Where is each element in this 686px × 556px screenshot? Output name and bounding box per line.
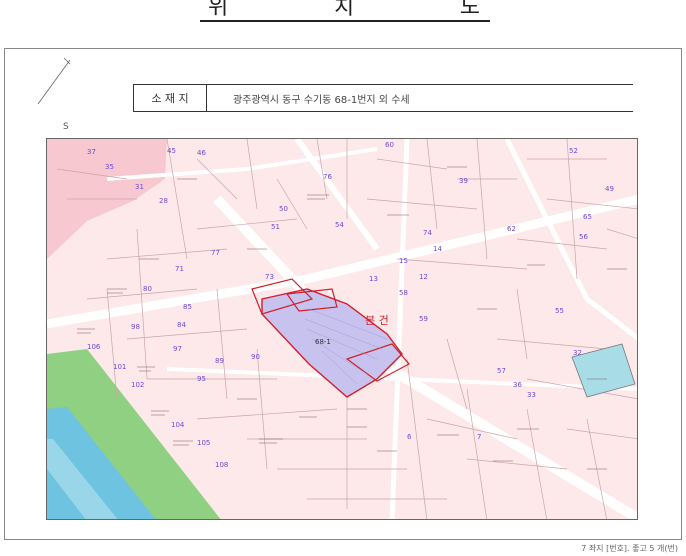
lot-number: 76 [323, 173, 332, 181]
lot-number: 55 [555, 307, 564, 315]
lot-number: 46 [197, 149, 206, 157]
lot-number: 90 [251, 353, 260, 361]
lot-number: 101 [113, 363, 126, 371]
lot-number: 104 [171, 421, 185, 429]
lot-number: 54 [335, 221, 344, 229]
lot-number: 15 [399, 257, 408, 265]
lot-number: 32 [573, 349, 582, 357]
lot-number: 13 [369, 275, 378, 283]
lot-number: 65 [583, 213, 592, 221]
lot-number: 85 [183, 303, 192, 311]
address-row: 소 재 지 광주광역시 동구 수기동 68-1번지 외 수세 [133, 84, 633, 112]
title-char-2: 치 [333, 0, 357, 20]
lot-number: 108 [215, 461, 228, 469]
lot-number: 28 [159, 197, 168, 205]
lot-number: 105 [197, 439, 210, 447]
lot-number: 62 [507, 225, 516, 233]
lot-number: 7 [477, 433, 481, 441]
north-mark: S [63, 122, 69, 132]
lot-number: 84 [177, 321, 186, 329]
title-char-1: 위 [208, 0, 231, 20]
lot-number: 14 [433, 245, 442, 253]
footer-note: 7 좌지 [번호]. 좋고 5 개(번) [581, 544, 678, 553]
lot-number: 98 [131, 323, 140, 331]
site-lot-number: 68-1 [315, 338, 331, 346]
lot-number: 6 [407, 433, 412, 441]
site-label: 본 건 [365, 314, 389, 327]
north-arrow-icon [37, 57, 71, 105]
lot-number: 97 [173, 345, 182, 353]
lot-number: 57 [497, 367, 506, 375]
lot-number: 49 [605, 185, 614, 193]
address-value: 광주광역시 동구 수기동 68-1번지 외 수세 [233, 94, 410, 106]
lot-number: 71 [175, 265, 184, 273]
road-4 [389, 139, 410, 519]
lot-number: 80 [143, 285, 152, 293]
location-map: 37 35 45 46 31 28 60 76 52 49 54 51 50 7… [46, 138, 638, 520]
subject-site [261, 288, 403, 398]
lot-number: 74 [423, 229, 432, 237]
lot-number: 89 [215, 357, 224, 365]
address-label: 소 재 지 [133, 85, 207, 111]
lot-number: 39 [459, 177, 468, 185]
lot-number: 12 [419, 273, 428, 281]
page-title: 위 치 도 [200, 0, 490, 22]
lot-number: 50 [279, 205, 288, 213]
lot-number: 59 [419, 315, 428, 323]
lot-number: 36 [513, 381, 522, 389]
title-char-3: 도 [459, 0, 482, 20]
lot-number: 51 [271, 223, 280, 231]
lot-number: 102 [131, 381, 144, 389]
lot-number: 45 [167, 147, 176, 155]
cadastral-map: 37 35 45 46 31 28 60 76 52 49 54 51 50 7… [47, 139, 637, 519]
lot-number: 35 [105, 163, 114, 171]
lot-number: 95 [197, 375, 206, 383]
lot-number: 31 [135, 183, 144, 191]
lot-number: 52 [569, 147, 578, 155]
lot-number: 56 [579, 233, 588, 241]
lot-number: 73 [265, 273, 274, 281]
lot-number: 33 [527, 391, 536, 399]
lot-number: 77 [211, 249, 220, 257]
lot-number: 37 [87, 148, 96, 156]
lot-number: 106 [87, 343, 101, 351]
lot-number: 58 [399, 289, 408, 297]
road-5 [504, 139, 637, 341]
lot-number: 60 [385, 141, 394, 149]
